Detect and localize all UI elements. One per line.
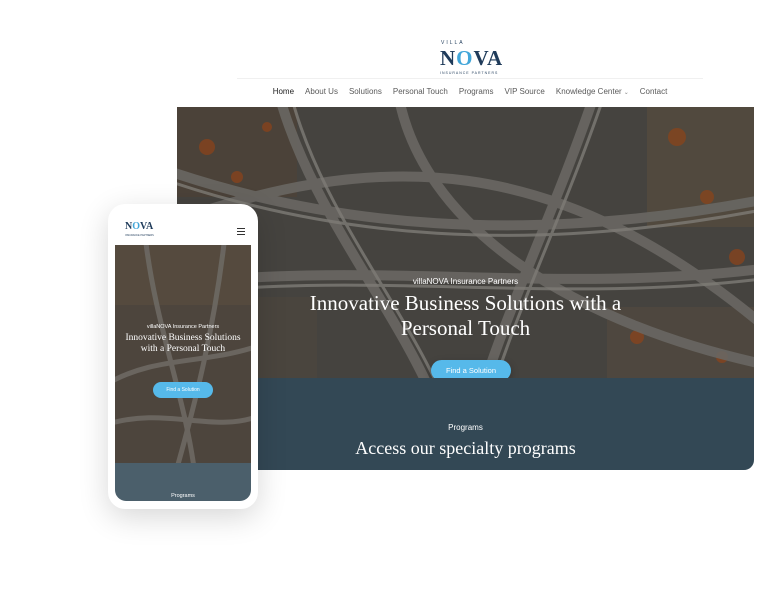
chevron-down-icon: ⌄ [623,89,629,96]
logo-tagline: INSURANCE PARTNERS [440,71,499,75]
nav-item-about-us[interactable]: About Us [305,87,338,96]
mobile-mockup: NOVA INSURANCE PARTNERS villaNOVA Insura… [108,204,258,509]
programs-label: Programs [448,423,483,432]
nav-item-knowledge-center[interactable]: Knowledge Center ⌄ [556,87,629,96]
main-nav: Home About Us Solutions Personal Touch P… [237,78,703,103]
mobile-logo-nova-text: NOVA [125,221,154,232]
nav-item-contact[interactable]: Contact [640,87,668,96]
hero-section: villaNOVA Insurance Partners Innovative … [177,107,754,378]
hero-eyebrow: villaNOVA Insurance Partners [412,277,519,286]
programs-section: Programs Access our specialty programs [177,378,754,470]
site-logo[interactable]: VILLA NOVA INSURANCE PARTNERS [439,40,504,75]
mobile-logo-tagline: INSURANCE PARTNERS [125,234,154,237]
mobile-site-logo[interactable]: NOVA INSURANCE PARTNERS [125,219,165,239]
nav-item-personal-touch[interactable]: Personal Touch [393,87,448,96]
mobile-hero-section: villaNOVA Insurance Partners Innovative … [115,245,251,463]
mobile-screen: NOVA INSURANCE PARTNERS villaNOVA Insura… [115,211,251,501]
mobile-find-solution-button[interactable]: Find a Solution [153,382,213,398]
programs-title: Access our specialty programs [355,438,576,458]
mobile-hero-title: Innovative Business Solutions with a Per… [125,333,241,354]
mobile-programs-section: Programs [115,463,251,501]
nav-item-solutions[interactable]: Solutions [349,87,382,96]
hero-title: Innovative Business Solutions with a Per… [309,291,622,340]
desktop-mockup: VILLA NOVA INSURANCE PARTNERS Home About… [177,30,754,470]
hamburger-menu-icon[interactable] [237,228,245,235]
mobile-programs-label: Programs [171,493,195,499]
nav-item-home[interactable]: Home [273,87,294,96]
nav-item-programs[interactable]: Programs [459,87,494,96]
mobile-hero-eyebrow: villaNOVA Insurance Partners [146,324,220,330]
nav-item-vip-source[interactable]: VIP Source [505,87,545,96]
logo-nova-text: NOVA [440,46,504,70]
find-solution-button[interactable]: Find a Solution [431,360,511,378]
